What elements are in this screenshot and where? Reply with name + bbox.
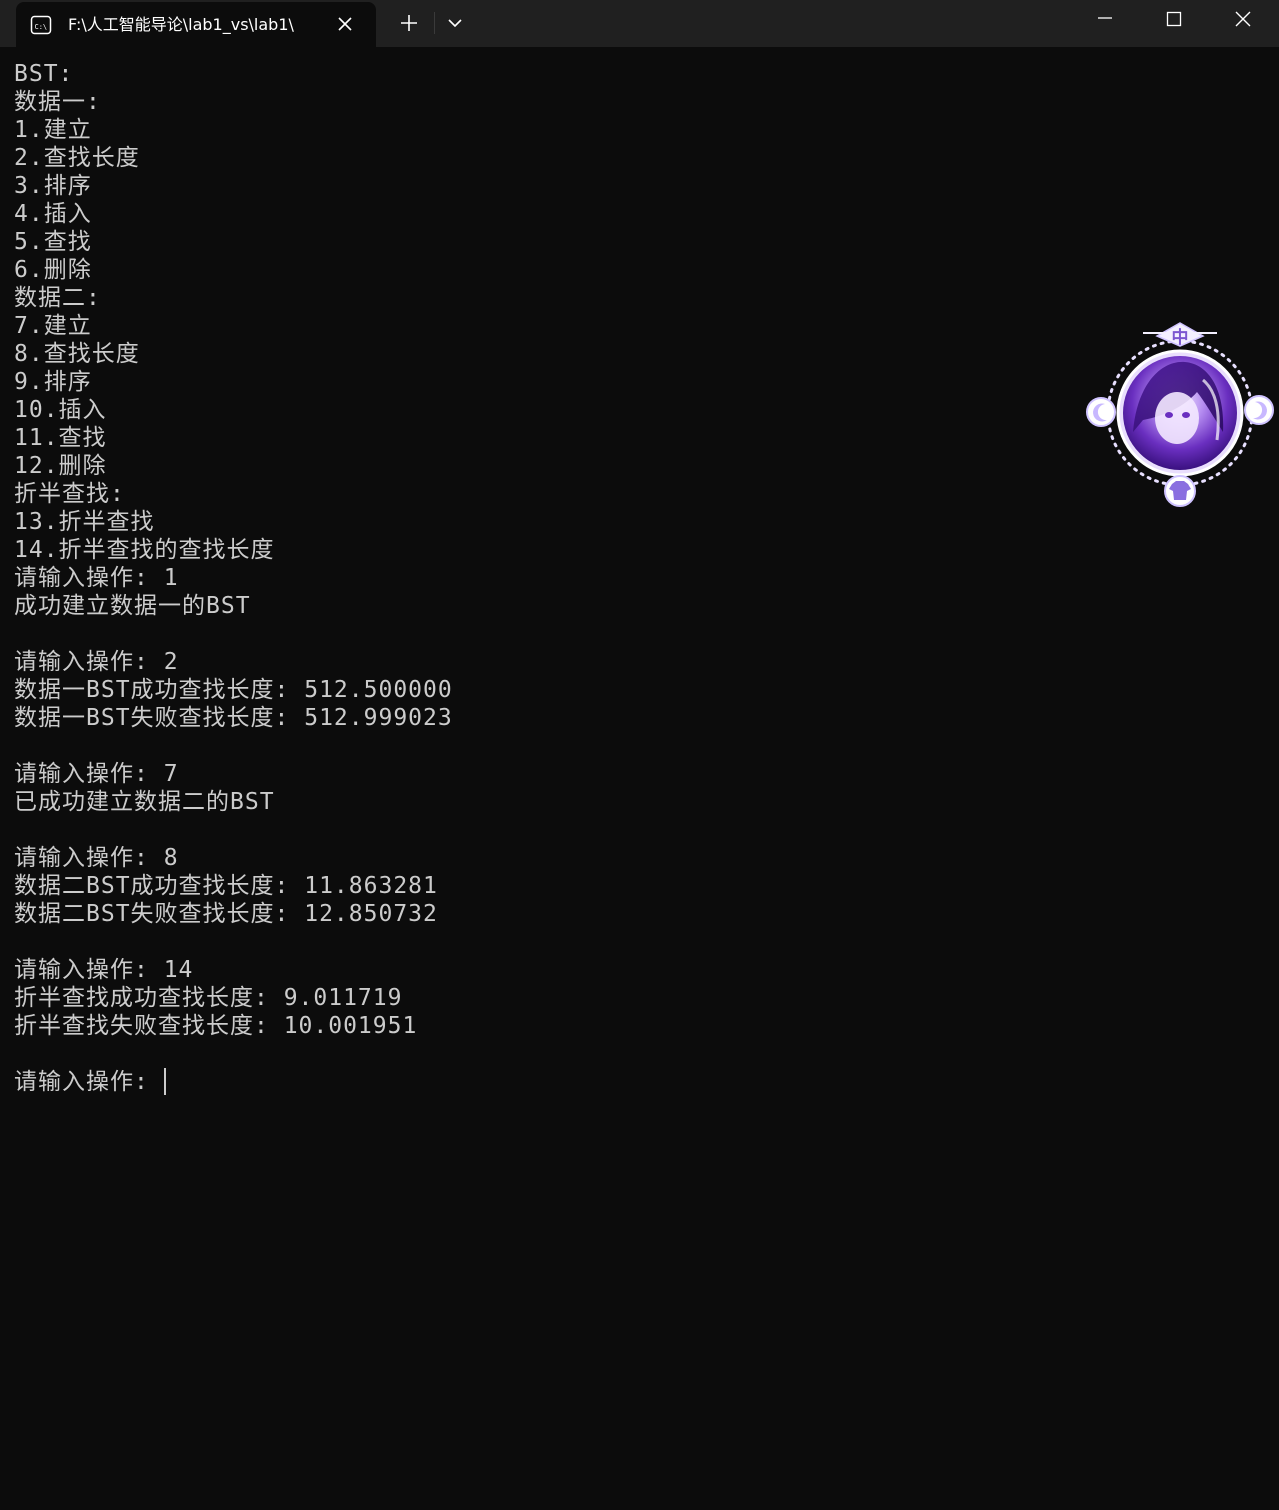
close-window-button[interactable]	[1209, 0, 1277, 40]
new-tab-button[interactable]	[396, 10, 422, 36]
console-line: 13.折半查找	[14, 509, 155, 535]
console-line: 7.建立	[14, 313, 92, 339]
svg-text:C:\: C:\	[35, 23, 48, 31]
console-line: 请输入操作: 7	[14, 761, 179, 787]
text-cursor	[163, 1068, 166, 1095]
console-line: 请输入操作: 8	[14, 845, 179, 871]
console-line: 11.查找	[14, 425, 107, 451]
minimize-button[interactable]	[1071, 0, 1139, 40]
divider	[434, 12, 435, 34]
console-line: 数据一BST成功查找长度: 512.500000	[14, 677, 453, 703]
console-line: BST:	[14, 61, 74, 87]
minimize-icon	[1098, 17, 1112, 19]
console-line: 数据二BST失败查找长度: 12.850732	[14, 901, 438, 927]
console-line: 14.折半查找的查找长度	[14, 537, 275, 563]
maximize-button[interactable]	[1140, 0, 1208, 40]
widget-frame: 中	[1086, 322, 1274, 507]
console-line: 成功建立数据一的BST	[14, 593, 251, 619]
console-line: 1.建立	[14, 117, 92, 143]
title-bar: C:\ F:\人工智能导论\lab1_vs\lab1\	[0, 0, 1279, 47]
input-prompt: 请输入操作:	[14, 1069, 164, 1095]
console-line: 请输入操作: 2	[14, 649, 179, 675]
input-prompt-line[interactable]: 请输入操作:	[14, 1068, 1064, 1096]
console-line: 2.查找长度	[14, 145, 140, 171]
console-line: 4.插入	[14, 201, 92, 227]
moon-icon[interactable]	[1244, 395, 1274, 425]
console-line: 已成功建立数据二的BST	[14, 789, 275, 815]
console-line: 3.排序	[14, 173, 92, 199]
console-output[interactable]: BST: 数据一: 1.建立 2.查找长度 3.排序 4.插入 5.查找 6.删除 数据二: 7.…	[14, 60, 1064, 1500]
console-line: 数据一:	[14, 89, 101, 115]
console-line: 折半查找:	[14, 481, 125, 507]
tab-title: F:\人工智能导论\lab1_vs\lab1\	[68, 15, 294, 34]
terminal-window: C:\ F:\人工智能导论\lab1_vs\lab1\ BST: 数据一: 1.…	[0, 0, 1279, 1510]
floating-ime-widget[interactable]: 中	[1084, 320, 1274, 510]
console-line: 请输入操作: 14	[14, 957, 194, 983]
console-line: 数据一BST失败查找长度: 512.999023	[14, 705, 453, 731]
console-line: 数据二BST成功查找长度: 11.863281	[14, 873, 438, 899]
console-line: 9.排序	[14, 369, 92, 395]
console-line: 12.删除	[14, 453, 107, 479]
terminal-tab[interactable]: C:\ F:\人工智能导论\lab1_vs\lab1\	[16, 2, 376, 47]
console-line: 折半查找失败查找长度: 10.001951	[14, 1013, 418, 1039]
console-line: 数据二:	[14, 285, 101, 311]
chevron-down-icon[interactable]	[444, 12, 466, 34]
ime-mode-badge: 中	[1172, 327, 1189, 348]
console-line: 请输入操作: 1	[14, 565, 179, 591]
console-line: 6.删除	[14, 257, 92, 283]
console-line: 8.查找长度	[14, 341, 140, 367]
console-line: 5.查找	[14, 229, 92, 255]
shirt-icon[interactable]	[1164, 475, 1196, 507]
console-line: 10.插入	[14, 397, 107, 423]
console-line: 折半查找成功查找长度: 9.011719	[14, 985, 403, 1011]
output-lines: BST: 数据一: 1.建立 2.查找长度 3.排序 4.插入 5.查找 6.删除 数据二: 7.…	[14, 60, 1064, 1068]
close-tab-icon[interactable]	[334, 13, 356, 35]
moon-icon[interactable]	[1086, 397, 1116, 427]
close-icon	[1235, 11, 1251, 27]
maximize-icon	[1166, 11, 1182, 27]
terminal-icon: C:\	[30, 15, 52, 35]
